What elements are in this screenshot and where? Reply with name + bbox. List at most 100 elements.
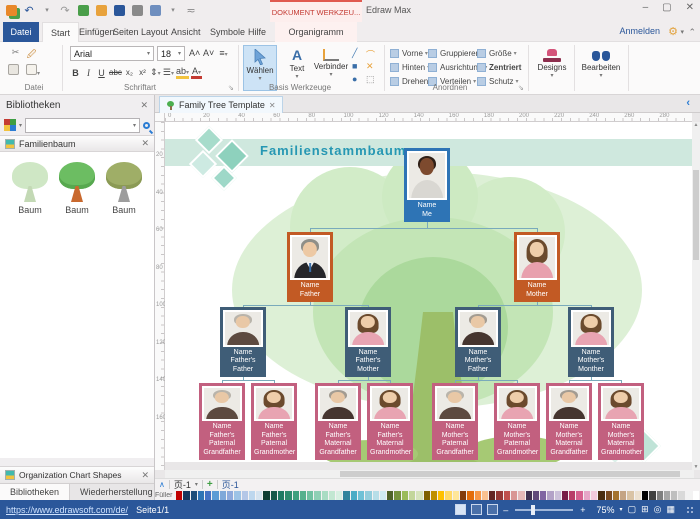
send-back-button[interactable]: Hinten▾ [390, 60, 430, 74]
palette-swatch[interactable] [555, 491, 561, 500]
palette-swatch[interactable] [329, 491, 335, 500]
palette-swatch[interactable] [584, 491, 590, 500]
palette-swatch[interactable] [256, 491, 262, 500]
palette-swatch[interactable] [300, 491, 306, 500]
zoom-in-icon[interactable]: + [580, 505, 585, 515]
palette-swatch[interactable] [263, 491, 269, 500]
qat-more-icon[interactable]: ≂ [184, 3, 198, 17]
document-tab[interactable]: Family Tree Template ✕ [159, 96, 283, 113]
undo-dropdown-icon[interactable]: ▾ [40, 3, 54, 17]
search-icon[interactable] [143, 122, 150, 129]
drawing-page[interactable]: Familienstammbaum [165, 122, 692, 462]
gear-icon[interactable]: ⚙ [668, 25, 678, 38]
palette-swatch[interactable] [191, 491, 197, 500]
add-page-button[interactable]: + [207, 479, 213, 490]
export-icon[interactable] [148, 3, 162, 17]
tree-card-ggp-3[interactable]: Name Father's Maternal Grandfather [315, 383, 361, 460]
bullet-list-icon[interactable]: ☰▾ [163, 67, 174, 78]
scroll-up-icon[interactable]: ▲ [692, 122, 700, 128]
palette-swatch[interactable] [664, 491, 670, 500]
palette-swatch[interactable] [693, 491, 699, 500]
font-name-combo[interactable]: Arial▾ [70, 46, 154, 61]
palette-swatch[interactable] [271, 491, 277, 500]
palette-swatch[interactable] [365, 491, 371, 500]
tree-card-ggp-6[interactable]: Name Mother's Paternal Grandmother [494, 383, 540, 460]
palette-swatch[interactable] [569, 491, 575, 500]
collapse-ribbon-icon[interactable]: ⌃ [688, 27, 696, 38]
tree-card-ggp-5[interactable]: Name Mother's Paternal Grandfather [432, 383, 478, 460]
palette-swatch[interactable] [387, 491, 393, 500]
qat-dropdown-icon[interactable]: ▾ [166, 3, 180, 17]
sidebar-tab-bibliotheken[interactable]: Bibliotheken [0, 484, 70, 500]
italic-icon[interactable]: I [83, 68, 94, 78]
palette-swatch[interactable] [322, 491, 328, 500]
palette-swatch[interactable] [453, 491, 459, 500]
palette-swatch[interactable] [504, 491, 510, 500]
palette-swatch[interactable] [533, 491, 539, 500]
size-button[interactable]: Größe▾ [477, 46, 517, 60]
strikethrough-icon[interactable]: abc [109, 68, 122, 77]
palette-swatch[interactable] [285, 491, 291, 500]
tree-card-father[interactable]: Name Father [287, 232, 333, 302]
palette-swatch[interactable] [431, 491, 437, 500]
palette-swatch[interactable] [678, 491, 684, 500]
library-picker-dropdown-icon[interactable]: ▾ [19, 122, 22, 129]
palette-swatch[interactable] [635, 491, 641, 500]
bring-front-button[interactable]: Vorne▾ [390, 46, 428, 60]
shape-baum-3[interactable]: Baum [101, 162, 147, 215]
highlight-icon[interactable]: ab▾ [176, 66, 189, 79]
palette-swatch[interactable] [518, 491, 524, 500]
tree-card-mothers-mother[interactable]: Name Mother's Monther [568, 307, 614, 377]
palette-swatch[interactable] [234, 491, 240, 500]
palette-swatch[interactable] [591, 491, 597, 500]
protect-button[interactable]: Schutz▾ [477, 74, 518, 88]
view-normal-icon[interactable] [455, 504, 466, 515]
tree-card-me[interactable]: Name Me [404, 148, 450, 222]
print-icon[interactable] [130, 3, 144, 17]
fit-window-icon[interactable]: ▢ [628, 504, 637, 515]
palette-swatch[interactable] [686, 491, 692, 500]
palette-swatch[interactable] [496, 491, 502, 500]
palette-swatch[interactable] [416, 491, 422, 500]
underline-icon[interactable]: U [96, 68, 107, 78]
vertical-scrollbar[interactable]: ▲ ▼ [692, 122, 700, 470]
designs-button[interactable]: Designs▾ [533, 45, 571, 91]
edrawsoft-link[interactable]: https://www.edrawsoft.com/de/ [6, 505, 128, 515]
shrink-font-icon[interactable]: A˅ [203, 48, 214, 58]
center-button[interactable]: Zentriert [477, 60, 521, 74]
maximize-button[interactable]: ▢ [662, 2, 671, 13]
horizontal-scrollbar[interactable] [165, 470, 694, 478]
palette-swatch[interactable] [307, 491, 313, 500]
tree-card-mothers-father[interactable]: Name Mother's Father [455, 307, 501, 377]
palette-swatch[interactable] [424, 491, 430, 500]
signin-link[interactable]: Anmelden [619, 26, 660, 36]
subscript-icon[interactable]: x₂ [124, 68, 135, 77]
palette-swatch[interactable] [220, 491, 226, 500]
tree-card-ggp-7[interactable]: Name Mother's Maternal Grandfather [546, 383, 592, 460]
superscript-icon[interactable]: x² [137, 68, 148, 77]
freeform-tool-icon[interactable]: ✕ [366, 61, 380, 74]
tab-organigramm[interactable]: Organigramm [275, 22, 357, 42]
shape-baum-2[interactable]: Baum [54, 162, 100, 215]
line-tool-icon[interactable]: ╱ [352, 48, 366, 61]
palette-swatch[interactable] [627, 491, 633, 500]
palette-swatch[interactable] [314, 491, 320, 500]
arrange-dialog-launcher-icon[interactable]: ⇘ [518, 84, 524, 92]
palette-swatch[interactable] [242, 491, 248, 500]
bold-icon[interactable]: B [70, 68, 81, 78]
palette-swatch[interactable] [402, 491, 408, 500]
palette-swatch[interactable] [227, 491, 233, 500]
minimize-button[interactable]: – [643, 2, 649, 13]
zoom-dropdown-icon[interactable]: ▾ [620, 506, 623, 513]
open-icon[interactable] [94, 3, 108, 17]
tab-datei[interactable]: Datei [3, 22, 39, 42]
arc-tool-icon[interactable]: ⌒ [366, 48, 380, 61]
palette-swatch[interactable] [205, 491, 211, 500]
palette-swatch[interactable] [657, 491, 663, 500]
palette-swatch[interactable] [671, 491, 677, 500]
palette-swatch[interactable] [380, 491, 386, 500]
palette-swatch[interactable] [293, 491, 299, 500]
view-outline-icon[interactable] [471, 504, 482, 515]
palette-swatch[interactable] [394, 491, 400, 500]
library-picker-icon[interactable] [4, 119, 16, 131]
